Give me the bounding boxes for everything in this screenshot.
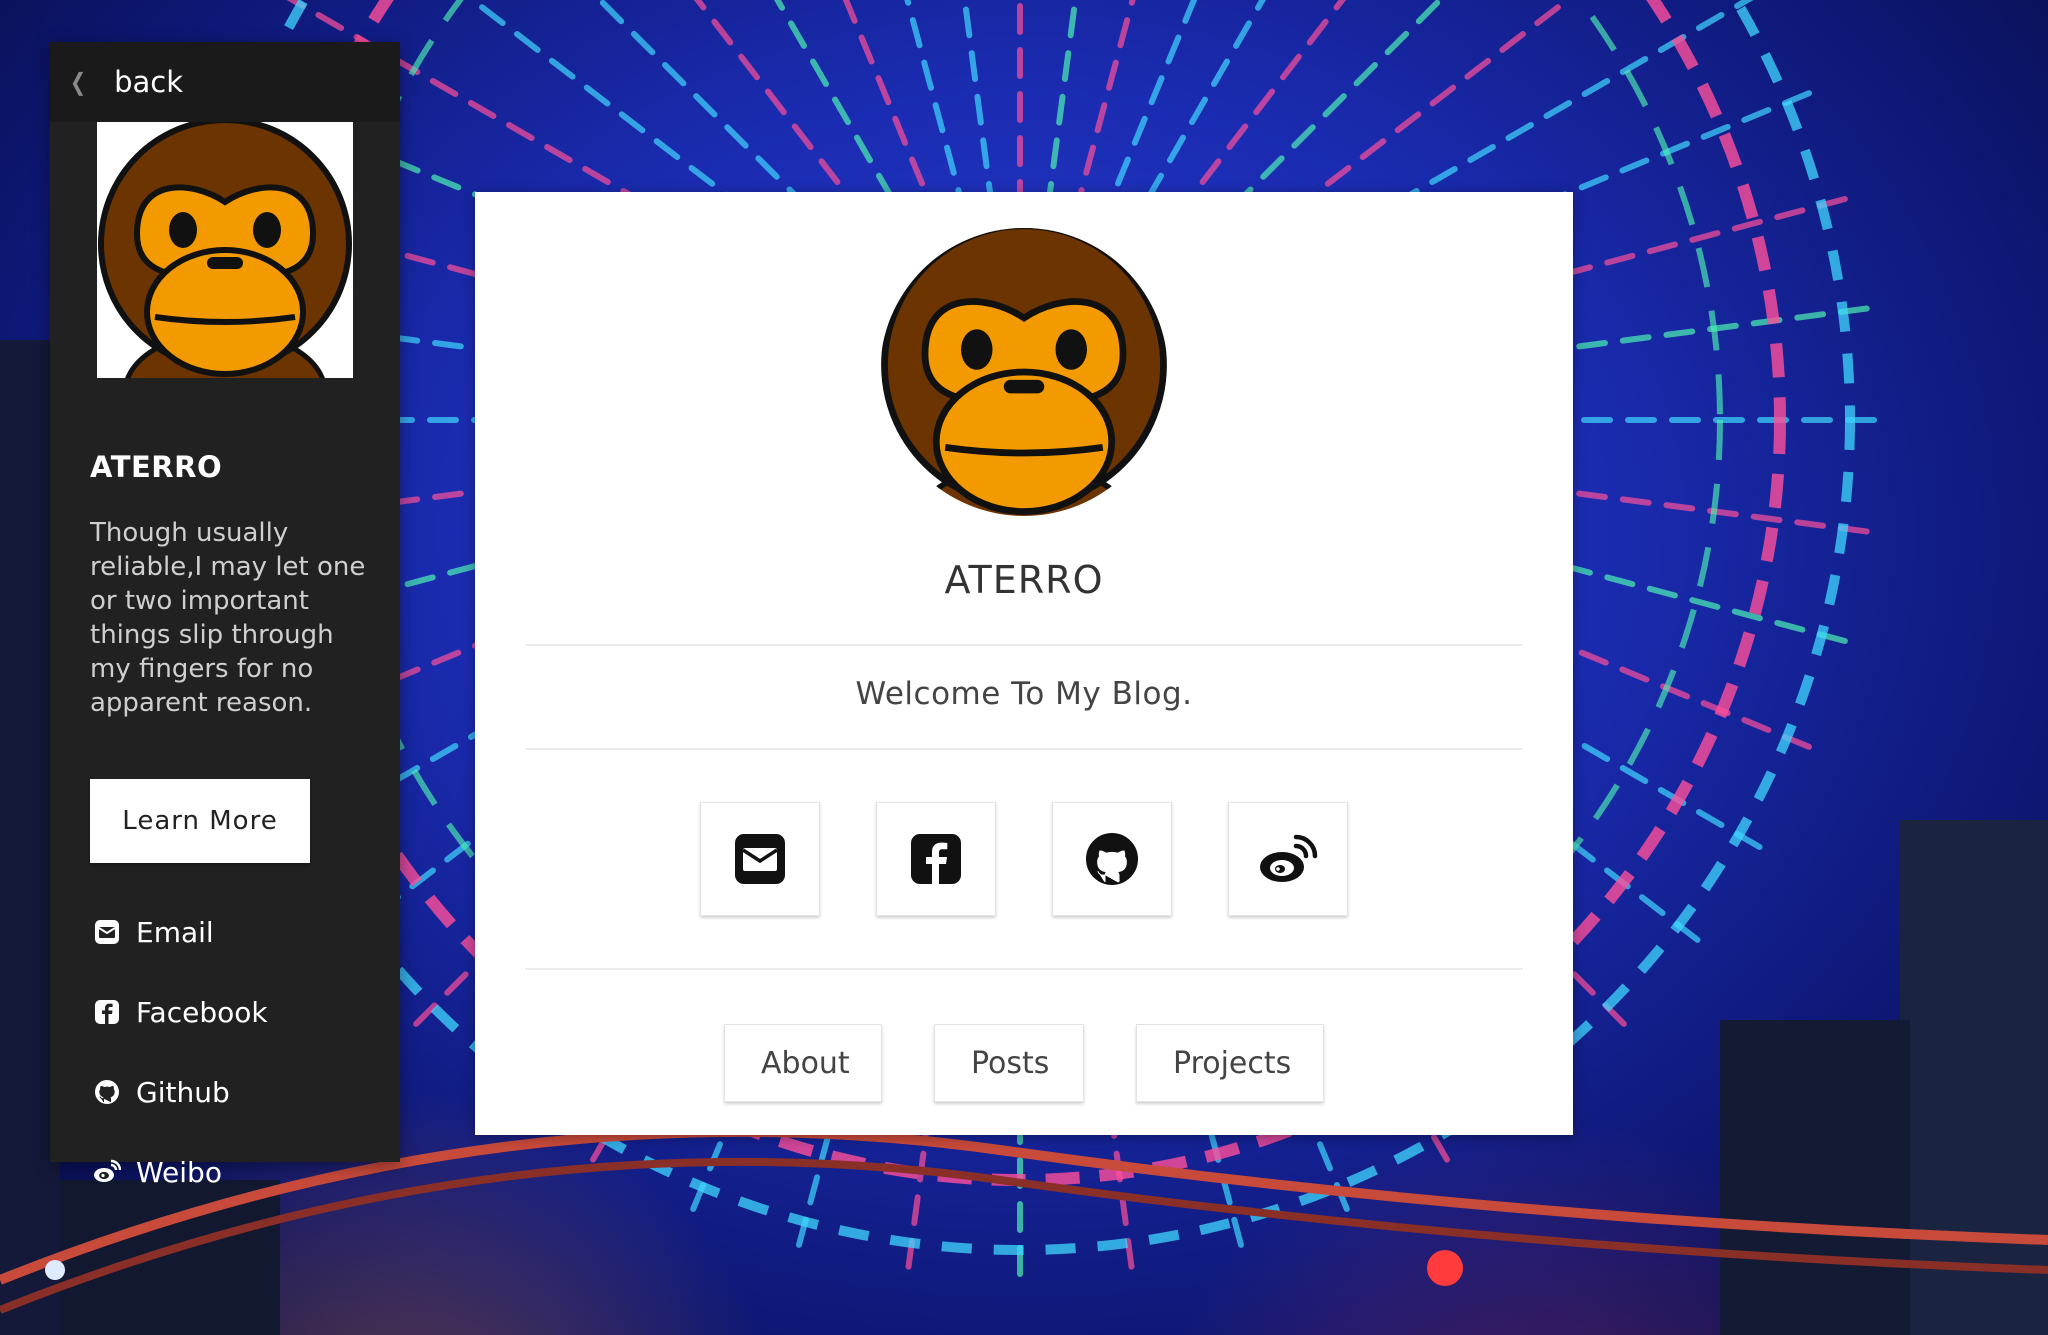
- learn-more-button[interactable]: Learn More: [90, 779, 310, 863]
- facebook-icon: [92, 997, 122, 1027]
- nav-buttons: About Posts Projects: [475, 1024, 1573, 1102]
- about-button[interactable]: About: [724, 1024, 882, 1102]
- sidebar-link-label: Github: [136, 1075, 230, 1109]
- sidebar-header: ❮ back: [50, 42, 400, 122]
- github-icon: [92, 1077, 122, 1107]
- sidebar-link-facebook[interactable]: Facebook: [92, 972, 268, 1052]
- weibo-icon: [1260, 834, 1318, 882]
- envelope-icon: [735, 834, 785, 884]
- sidebar-name: ATERRO: [90, 450, 223, 484]
- sidebar-description: Though usually reliable,I may let one or…: [90, 518, 366, 718]
- profile-avatar: [880, 228, 1168, 516]
- github-icon: [1086, 833, 1138, 885]
- social-weibo-button[interactable]: [1228, 802, 1348, 916]
- divider: [525, 644, 1523, 646]
- profile-name: ATERRO: [944, 558, 1104, 602]
- monkey-avatar-icon: [97, 122, 353, 378]
- profile-card: ATERRO Welcome To My Blog. About Posts P…: [475, 192, 1573, 1135]
- social-facebook-button[interactable]: [876, 802, 996, 916]
- weibo-icon: [92, 1157, 122, 1187]
- posts-button[interactable]: Posts: [934, 1024, 1084, 1102]
- divider: [525, 748, 1523, 750]
- divider: [525, 968, 1523, 970]
- sidebar-link-email[interactable]: Email: [92, 892, 268, 972]
- welcome-text: Welcome To My Blog.: [855, 676, 1193, 712]
- sidebar: ❮ back ATERRO Though usually reliable,I …: [50, 42, 400, 1189]
- social-links: [700, 802, 1348, 916]
- envelope-icon: [92, 917, 122, 947]
- projects-button[interactable]: Projects: [1136, 1024, 1324, 1102]
- back-label: back: [114, 65, 184, 99]
- facebook-icon: [911, 834, 961, 884]
- sidebar-avatar: [97, 122, 353, 378]
- sidebar-links: Email Facebook Github Weibo: [92, 892, 268, 1212]
- sidebar-link-weibo[interactable]: Weibo: [92, 1132, 268, 1212]
- sidebar-link-label: Facebook: [136, 995, 268, 1029]
- chevron-left-icon: ❮: [70, 68, 87, 96]
- back-link[interactable]: ❮ back: [68, 65, 183, 99]
- sidebar-link-label: Email: [136, 915, 214, 949]
- sidebar-link-github[interactable]: Github: [92, 1052, 268, 1132]
- social-github-button[interactable]: [1052, 802, 1172, 916]
- social-email-button[interactable]: [700, 802, 820, 916]
- sidebar-link-label: Weibo: [136, 1155, 222, 1189]
- monkey-avatar-icon: [880, 228, 1168, 516]
